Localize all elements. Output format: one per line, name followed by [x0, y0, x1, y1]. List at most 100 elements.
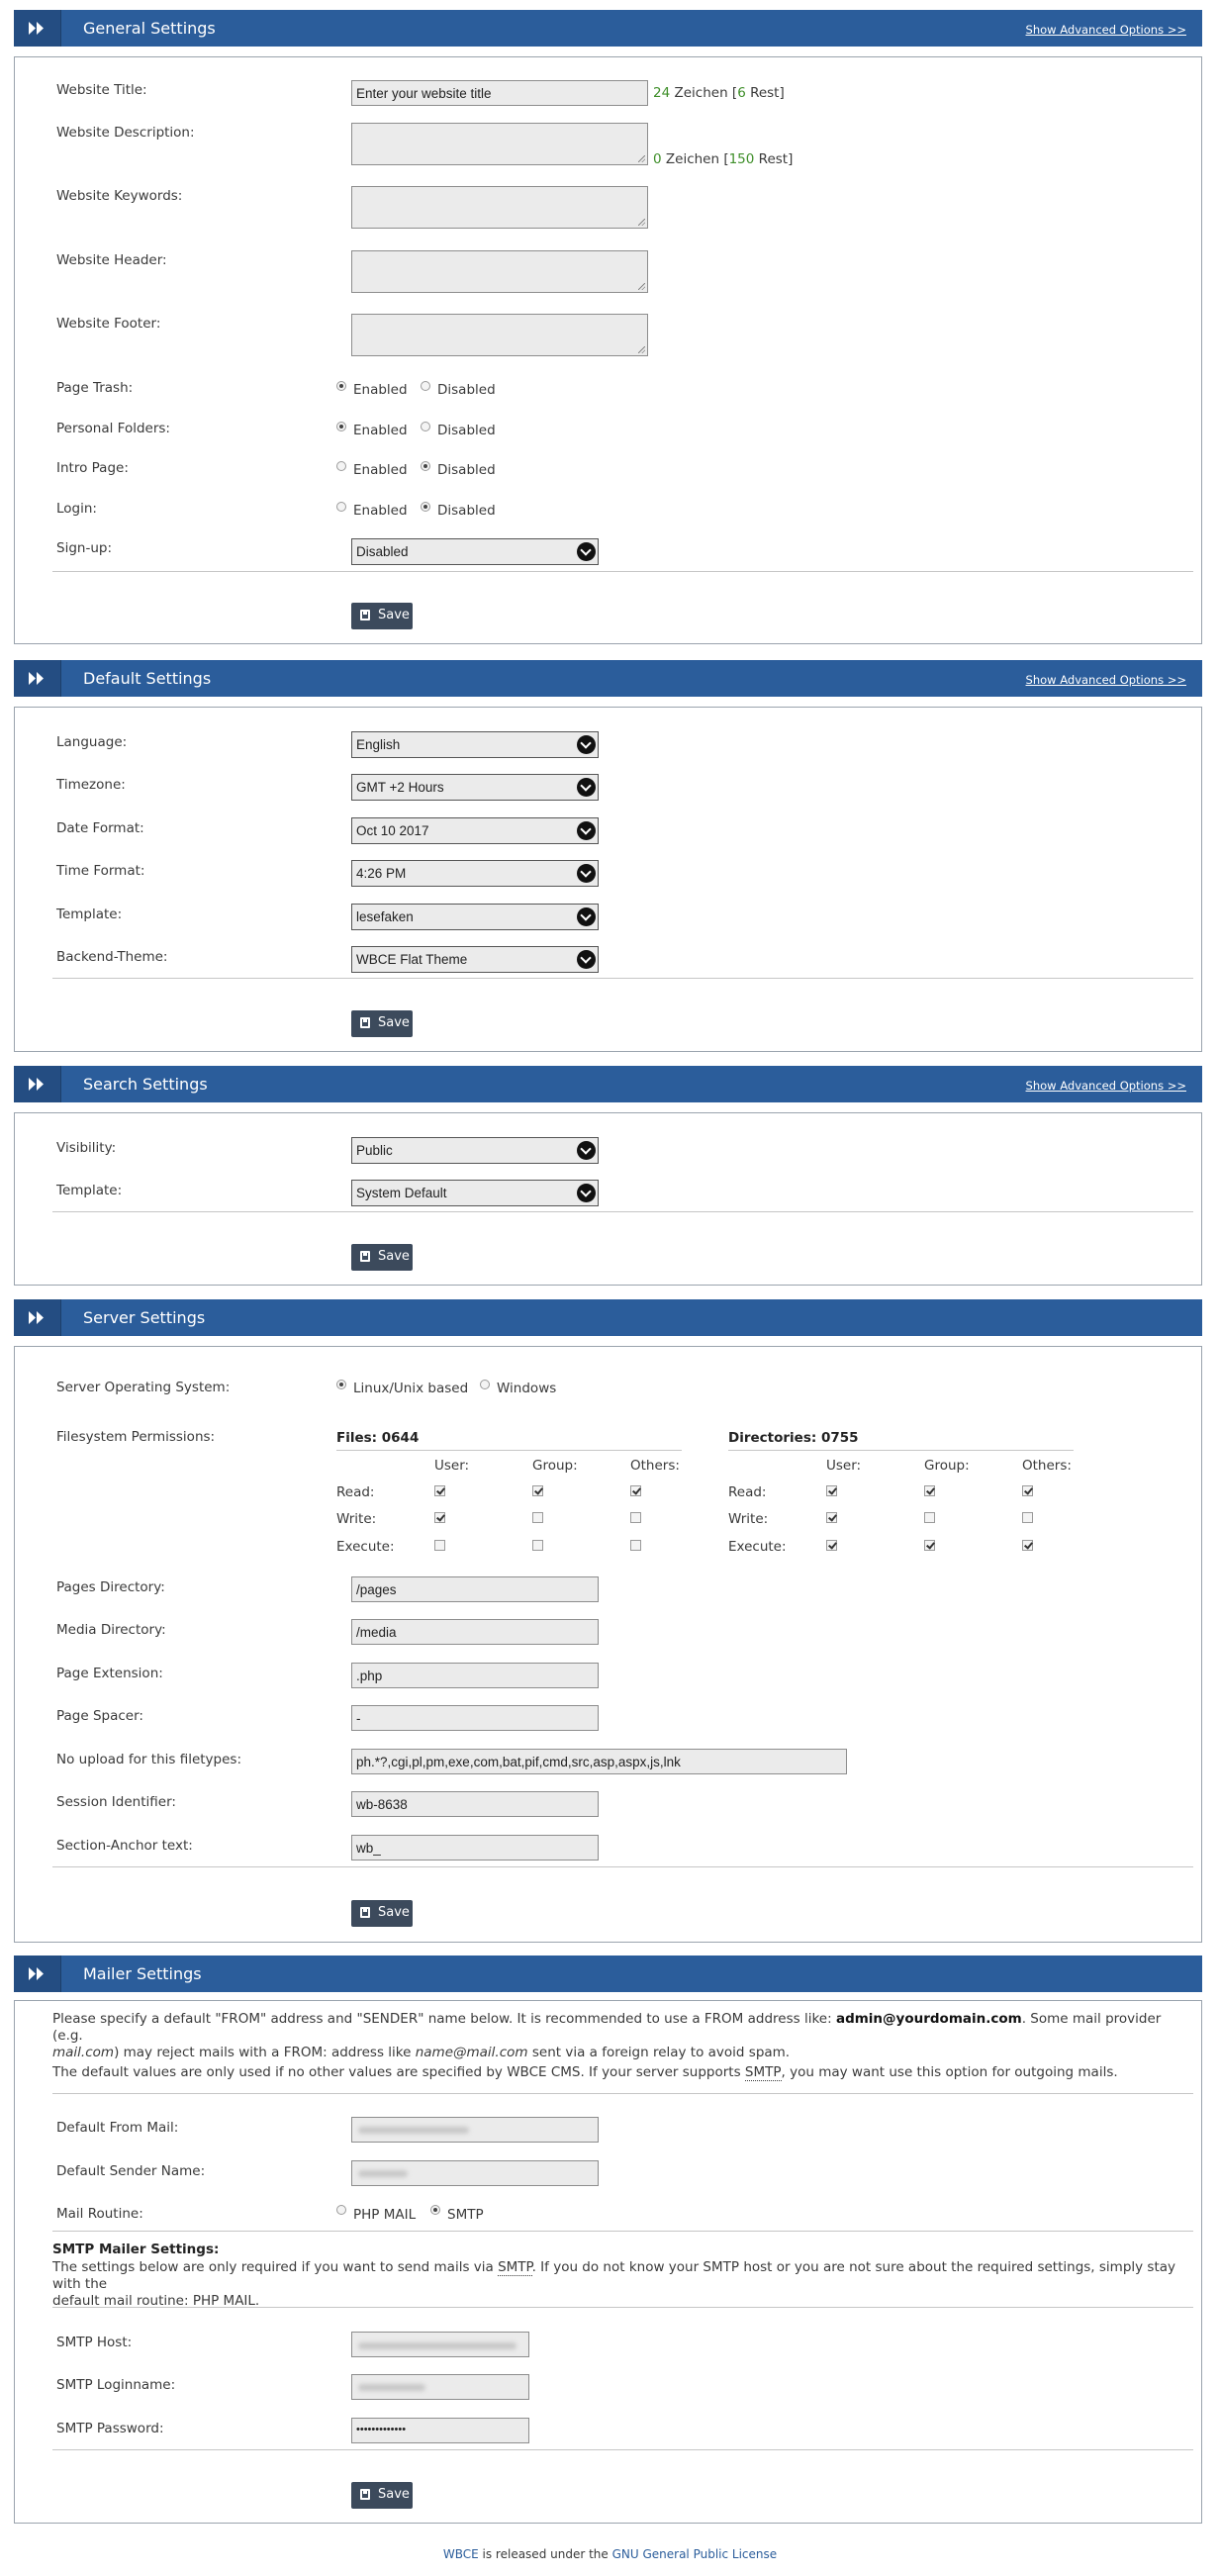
website-keywords-label: Website Keywords: [56, 188, 183, 204]
website-keywords-textarea[interactable] [351, 186, 648, 229]
smtp-loginname-input[interactable] [351, 2374, 529, 2400]
language-label: Language: [56, 734, 128, 750]
divider [52, 978, 1193, 979]
row-label: Write: [336, 1511, 377, 1527]
show-advanced-options-link[interactable]: Show Advanced Options >> [1026, 23, 1186, 37]
collapse-toggle-button[interactable] [14, 1299, 61, 1336]
website-header-textarea[interactable] [351, 250, 648, 293]
save-button[interactable]: Save [351, 1244, 413, 1271]
double-chevron-right-icon [29, 1967, 44, 1980]
radio-label: Enabled [353, 503, 408, 519]
files-permissions-header: Files: 0644 [336, 1430, 420, 1446]
smtp-password-input[interactable]: ••••••••••••• [351, 2418, 529, 2443]
default-from-mail-input[interactable] [351, 2117, 599, 2143]
section-title: General Settings [83, 19, 216, 38]
files-execute-others-checkbox[interactable] [630, 1540, 641, 1551]
save-icon [360, 2489, 370, 2500]
wbce-link[interactable]: WBCE [443, 2547, 479, 2561]
website-description-textarea[interactable] [351, 123, 648, 165]
dirs-write-group-checkbox[interactable] [924, 1512, 935, 1523]
os-linux-radio[interactable] [336, 1380, 346, 1389]
files-write-others-checkbox[interactable] [630, 1512, 641, 1523]
dirs-execute-user-checkbox[interactable] [826, 1540, 837, 1551]
save-button[interactable]: Save [351, 1900, 413, 1927]
directories-permissions-header: Directories: 0755 [728, 1430, 859, 1446]
media-directory-input[interactable]: /media [351, 1619, 599, 1645]
column-header: Group: [924, 1458, 970, 1474]
login-label: Login: [56, 501, 97, 517]
radio-label: Disabled [437, 423, 496, 438]
personal-folders-label: Personal Folders: [56, 421, 170, 436]
dirs-read-group-checkbox[interactable] [924, 1485, 935, 1496]
save-button[interactable]: Save [351, 1010, 413, 1037]
mailer-default-values-text: The default values are only used if no o… [52, 2064, 1118, 2081]
show-advanced-options-link[interactable]: Show Advanced Options >> [1026, 673, 1186, 687]
time-format-label: Time Format: [56, 863, 145, 879]
page-extension-input[interactable]: .php [351, 1663, 599, 1688]
timezone-select[interactable]: GMT +2 Hours [351, 774, 599, 801]
no-upload-filetypes-input[interactable]: ph.*?,cgi,pl,pm,exe,com,bat,pif,cmd,src,… [351, 1749, 847, 1774]
website-description-label: Website Description: [56, 125, 195, 141]
show-advanced-options-link[interactable]: Show Advanced Options >> [1026, 1079, 1186, 1093]
save-button[interactable]: Save [351, 603, 413, 629]
dirs-write-others-checkbox[interactable] [1022, 1512, 1033, 1523]
save-button[interactable]: Save [351, 2482, 413, 2509]
smtp-radio[interactable] [430, 2205, 440, 2215]
website-footer-textarea[interactable] [351, 314, 648, 356]
website-title-input[interactable]: Enter your website title [351, 80, 648, 106]
dirs-read-others-checkbox[interactable] [1022, 1485, 1033, 1496]
intro-page-enabled-radio[interactable] [336, 461, 346, 471]
dirs-write-user-checkbox[interactable] [826, 1512, 837, 1523]
collapse-toggle-button[interactable] [14, 1066, 61, 1102]
smtp-host-input[interactable] [351, 2332, 529, 2357]
collapse-toggle-button[interactable] [14, 1956, 61, 1992]
page-trash-disabled-radio[interactable] [421, 381, 430, 391]
os-windows-radio[interactable] [480, 1380, 490, 1389]
files-read-others-checkbox[interactable] [630, 1485, 641, 1496]
dirs-execute-group-checkbox[interactable] [924, 1540, 935, 1551]
license-link[interactable]: GNU General Public License [612, 2547, 778, 2561]
files-write-user-checkbox[interactable] [434, 1512, 445, 1523]
signup-select[interactable]: Disabled [351, 538, 599, 565]
dirs-execute-others-checkbox[interactable] [1022, 1540, 1033, 1551]
files-read-user-checkbox[interactable] [434, 1485, 445, 1496]
personal-folders-disabled-radio[interactable] [421, 422, 430, 431]
personal-folders-enabled-radio[interactable] [336, 422, 346, 431]
dirs-read-user-checkbox[interactable] [826, 1485, 837, 1496]
page-extension-label: Page Extension: [56, 1666, 163, 1681]
pages-directory-input[interactable]: /pages [351, 1576, 599, 1602]
radio-label: Enabled [353, 423, 408, 438]
backend-theme-select[interactable]: WBCE Flat Theme [351, 946, 599, 973]
login-enabled-radio[interactable] [336, 502, 346, 512]
redacted-value [358, 2127, 469, 2134]
intro-page-disabled-radio[interactable] [421, 461, 430, 471]
php-mail-radio[interactable] [336, 2205, 346, 2215]
chevron-down-icon [577, 907, 596, 926]
files-execute-user-checkbox[interactable] [434, 1540, 445, 1551]
files-write-group-checkbox[interactable] [532, 1512, 543, 1523]
title-char-counter: 24 Zeichen [6 Rest] [653, 85, 785, 101]
chevron-down-icon [577, 542, 596, 561]
collapse-toggle-button[interactable] [14, 660, 61, 697]
files-execute-group-checkbox[interactable] [532, 1540, 543, 1551]
section-anchor-input[interactable]: wb_ [351, 1835, 599, 1860]
page-spacer-input[interactable]: - [351, 1705, 599, 1731]
time-format-select[interactable]: 4:26 PM [351, 860, 599, 887]
session-identifier-input[interactable]: wb-8638 [351, 1791, 599, 1817]
page-spacer-label: Page Spacer: [56, 1708, 143, 1724]
visibility-select[interactable]: Public [351, 1137, 599, 1164]
language-select[interactable]: English [351, 731, 599, 758]
collapse-toggle-button[interactable] [14, 10, 61, 47]
double-chevron-right-icon [29, 22, 44, 35]
page-trash-enabled-radio[interactable] [336, 381, 346, 391]
double-chevron-right-icon [29, 672, 44, 685]
login-disabled-radio[interactable] [421, 502, 430, 512]
save-icon [360, 610, 370, 620]
template-select[interactable]: lesefaken [351, 904, 599, 930]
date-format-select[interactable]: Oct 10 2017 [351, 817, 599, 844]
default-sender-name-input[interactable] [351, 2160, 599, 2186]
website-header-label: Website Header: [56, 252, 167, 268]
files-read-group-checkbox[interactable] [532, 1485, 543, 1496]
select-value: Public [356, 1143, 393, 1158]
search-template-select[interactable]: System Default [351, 1180, 599, 1206]
